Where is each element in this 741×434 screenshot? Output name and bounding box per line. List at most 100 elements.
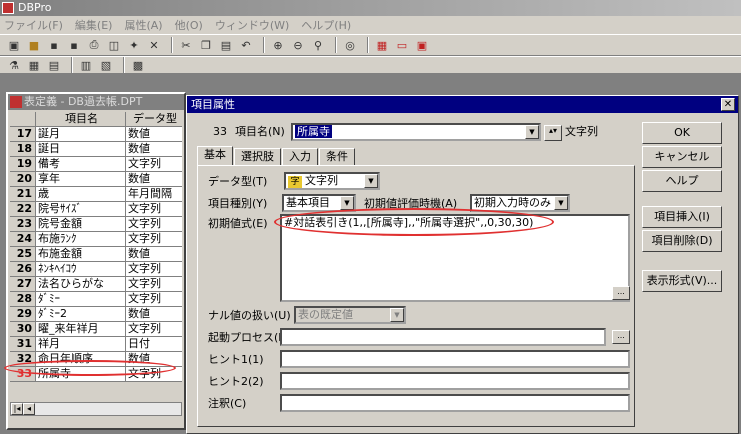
scroll-first-icon[interactable]: |◂ xyxy=(11,403,23,415)
field-name-cell[interactable]: 備考 xyxy=(36,157,126,171)
field-type-cell[interactable]: 文字列 xyxy=(126,262,182,276)
field-name-cell[interactable]: 院号金額 xyxy=(36,217,126,231)
proc-field[interactable] xyxy=(280,328,606,346)
field-name-cell[interactable]: 曜_来年祥月 xyxy=(36,322,126,336)
insert-item-button[interactable]: 項目挿入(I) xyxy=(642,206,722,228)
tab-conditions[interactable]: 条件 xyxy=(319,148,355,165)
table-row[interactable]: 23 院号金額 文字列 xyxy=(10,217,182,232)
field-name-cell[interactable]: 享年 xyxy=(36,172,126,186)
cancel-button[interactable]: キャンセル xyxy=(642,146,722,168)
field-type-cell[interactable]: 文字列 xyxy=(126,322,182,336)
horizontal-scrollbar[interactable]: |◂ ◂ xyxy=(10,402,182,416)
chevron-down-icon[interactable]: ▼ xyxy=(340,196,354,210)
ok-button[interactable]: OK xyxy=(642,122,722,144)
help-button[interactable]: ヘルプ xyxy=(642,170,722,192)
field-name-cell[interactable]: 誕日 xyxy=(36,142,126,156)
row-number[interactable]: 27 xyxy=(10,277,36,291)
tab-input[interactable]: 入力 xyxy=(282,148,318,165)
undo-icon[interactable]: ↶ xyxy=(238,37,254,53)
table-row[interactable]: 30 曜_来年祥月 文字列 xyxy=(10,322,182,337)
tab-basic[interactable]: 基本 xyxy=(197,146,233,165)
zoom-in-icon[interactable]: ⊕ xyxy=(270,37,286,53)
row-number[interactable]: 29 xyxy=(10,307,36,321)
menu-window[interactable]: ウィンドウ(W) xyxy=(215,17,289,33)
row-number[interactable]: 25 xyxy=(10,247,36,261)
cut-icon[interactable]: ✂ xyxy=(178,37,194,53)
table-row[interactable]: 24 布施ﾗﾝｸ 文字列 xyxy=(10,232,182,247)
row-number[interactable]: 22 xyxy=(10,202,36,216)
filter-icon[interactable]: ⚗ xyxy=(6,57,22,73)
menu-help[interactable]: ヘルプ(H) xyxy=(301,17,351,33)
table-row[interactable]: 31 祥月 日付 xyxy=(10,337,182,352)
field-type-cell[interactable]: 年月間隔 xyxy=(126,187,182,201)
save-as-icon[interactable]: ▪ xyxy=(66,37,82,53)
display-format-button[interactable]: 表示形式(V)... xyxy=(642,270,722,292)
chevron-down-icon[interactable]: ▼ xyxy=(390,308,404,322)
copy-icon[interactable]: ❐ xyxy=(198,37,214,53)
field-name-cell[interactable]: 布施ﾗﾝｸ xyxy=(36,232,126,246)
row-number[interactable]: 21 xyxy=(10,187,36,201)
table-row[interactable]: 26 ﾈﾝｷﾍｲｺｳ 文字列 xyxy=(10,262,182,277)
chevron-down-icon[interactable]: ▼ xyxy=(554,196,568,210)
field-type-cell[interactable]: 文字列 xyxy=(126,202,182,216)
hint1-field[interactable] xyxy=(280,350,630,368)
field-type-cell[interactable]: 数値 xyxy=(126,127,182,141)
table-row[interactable]: 27 法名ひらがな 文字列 xyxy=(10,277,182,292)
chevron-down-icon[interactable]: ▼ xyxy=(364,174,378,188)
col-header-type[interactable]: データ型 xyxy=(126,112,182,126)
column-icon[interactable]: ▥ xyxy=(78,57,94,73)
zoom-out-icon[interactable]: ⊖ xyxy=(290,37,306,53)
row-number[interactable]: 30 xyxy=(10,322,36,336)
field-name-cell[interactable]: 誕月 xyxy=(36,127,126,141)
null-select[interactable]: 表の既定値 ▼ xyxy=(294,306,406,324)
table-row[interactable]: 22 院号ｻｲｽﾞ 文字列 xyxy=(10,202,182,217)
tab-choices[interactable]: 選択肢 xyxy=(234,148,281,165)
open-icon[interactable]: ■ xyxy=(26,37,42,53)
field-type-cell[interactable]: 文字列 xyxy=(126,157,182,171)
print-icon[interactable]: ⎙ xyxy=(86,37,102,53)
table-row[interactable]: 17 誕月 数値 xyxy=(10,127,182,142)
field-type-cell[interactable]: 数値 xyxy=(126,172,182,186)
find-icon[interactable]: ⚲ xyxy=(310,37,326,53)
wand-icon[interactable]: ✦ xyxy=(126,37,142,53)
paste-icon[interactable]: ▤ xyxy=(218,37,234,53)
table-row[interactable]: 28 ﾀﾞﾐｰ 文字列 xyxy=(10,292,182,307)
field-name-cell[interactable]: ﾀﾞﾐｰ xyxy=(36,292,126,306)
datasheet-icon[interactable]: ▩ xyxy=(130,57,146,73)
initexpr-browse-button[interactable]: ... xyxy=(612,286,630,300)
field-type-cell[interactable]: 数値 xyxy=(126,142,182,156)
scroll-left-icon[interactable]: ◂ xyxy=(23,403,35,415)
hint2-field[interactable] xyxy=(280,372,630,390)
spin-icon[interactable]: ▴▾ xyxy=(544,125,562,141)
table-row[interactable]: 21 歳年月間隔 xyxy=(10,187,182,202)
table-row[interactable]: 20 享年 数値 xyxy=(10,172,182,187)
menu-attr[interactable]: 属性(A) xyxy=(124,17,162,33)
binoculars-icon[interactable]: ◎ xyxy=(342,37,358,53)
tool-icon[interactable]: ✕ xyxy=(146,37,162,53)
field-name-cell[interactable]: ﾈﾝｷﾍｲｺｳ xyxy=(36,262,126,276)
table-row[interactable]: 19 備考 文字列 xyxy=(10,157,182,172)
field-type-cell[interactable]: 数値 xyxy=(126,247,182,261)
menu-file[interactable]: ファイル(F) xyxy=(4,17,63,33)
field-type-cell[interactable]: 数値 xyxy=(126,307,182,321)
datatype-select[interactable]: 字文字列 ▼ xyxy=(284,172,380,190)
col-header-name[interactable]: 項目名 xyxy=(36,112,126,126)
close-icon[interactable]: ✕ xyxy=(721,98,735,111)
field-icon[interactable]: ▭ xyxy=(394,37,410,53)
row-number[interactable]: 20 xyxy=(10,172,36,186)
row-number[interactable]: 23 xyxy=(10,217,36,231)
row-number[interactable]: 31 xyxy=(10,337,36,351)
grid-icon[interactable]: ▦ xyxy=(26,57,42,73)
delete-item-button[interactable]: 項目削除(D) xyxy=(642,230,722,252)
field-type-cell[interactable]: 文字列 xyxy=(126,232,182,246)
table-row[interactable]: 25 布施金額 数値 xyxy=(10,247,182,262)
report-icon[interactable]: ▤ xyxy=(46,57,62,73)
field-name-cell[interactable]: 院号ｻｲｽﾞ xyxy=(36,202,126,216)
field-name-cell[interactable]: 祥月 xyxy=(36,337,126,351)
note-field[interactable] xyxy=(280,394,630,412)
table-row[interactable]: 18 誕日 数値 xyxy=(10,142,182,157)
field-type-cell[interactable]: 文字列 xyxy=(126,292,182,306)
new-icon[interactable]: ▣ xyxy=(6,37,22,53)
sheet-icon[interactable]: ▧ xyxy=(98,57,114,73)
form-icon[interactable]: ▣ xyxy=(414,37,430,53)
